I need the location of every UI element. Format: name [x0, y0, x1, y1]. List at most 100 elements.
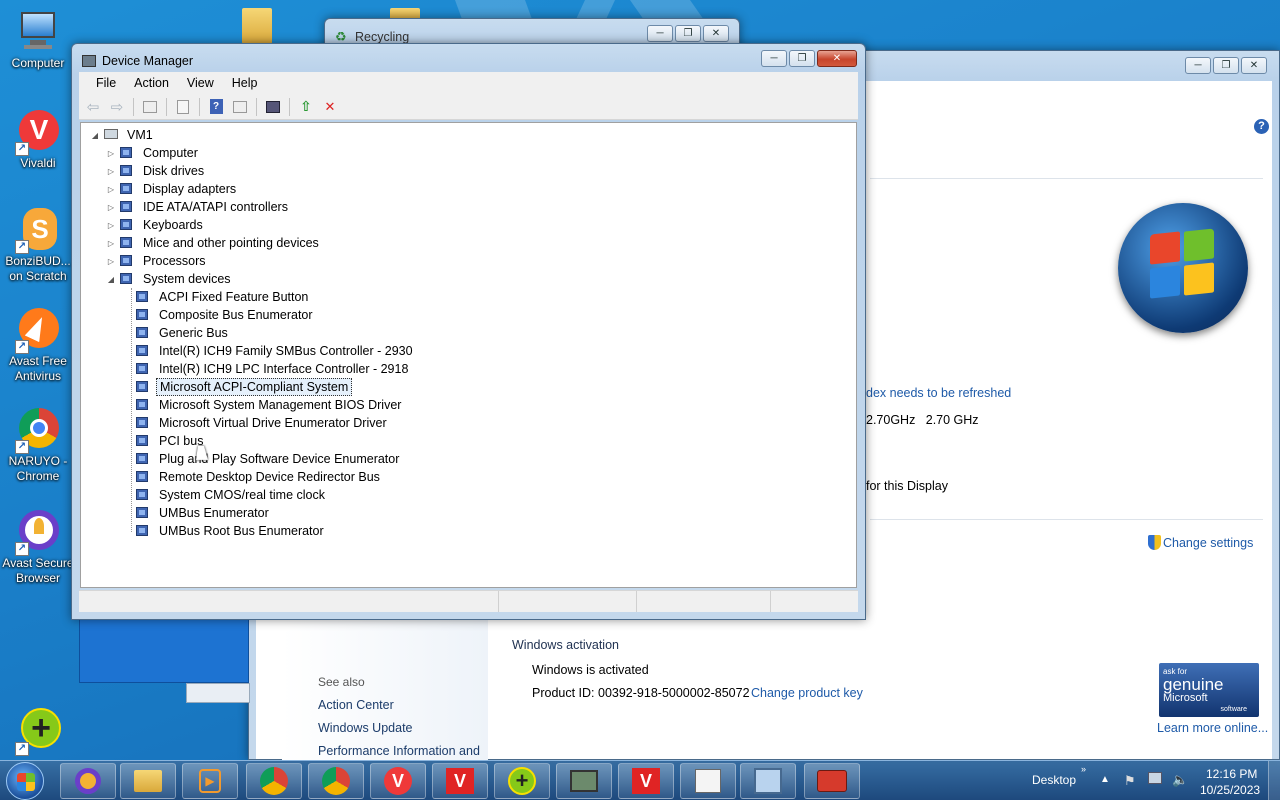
expand-arrow-icon[interactable]: ▷: [105, 257, 117, 266]
system-device-item[interactable]: Generic Bus: [135, 324, 231, 342]
change-settings-link[interactable]: Change settings: [1163, 536, 1253, 550]
menu-help[interactable]: Help: [223, 76, 267, 90]
taskbar-chrome[interactable]: [308, 763, 364, 799]
taskbar-document[interactable]: [680, 763, 736, 799]
forward-button[interactable]: ⇨: [107, 98, 127, 116]
clock-time[interactable]: 12:16 PM: [1206, 767, 1257, 781]
desktop-icon-computer[interactable]: Computer: [2, 8, 74, 71]
folder-icon[interactable]: [242, 8, 272, 44]
chrome-icon: [322, 767, 350, 795]
taskbar-explorer[interactable]: [120, 763, 176, 799]
mouse-cursor: [196, 446, 210, 460]
system-device-item[interactable]: PCI bus: [135, 432, 206, 450]
show-hide-console-tree-button[interactable]: [140, 98, 160, 116]
scan-hardware-button[interactable]: [263, 98, 283, 116]
desktop-icon-avast-antivirus[interactable]: ↗ Avast Free Antivirus: [2, 306, 74, 384]
menu-action[interactable]: Action: [125, 76, 178, 90]
taskbar-control-panel[interactable]: [740, 763, 796, 799]
menu-view[interactable]: View: [178, 76, 223, 90]
minimize-button[interactable]: ─: [1185, 57, 1211, 74]
taskbar-vivaldi-2[interactable]: V: [432, 763, 488, 799]
tree-root[interactable]: ◢ VM1: [89, 126, 156, 144]
expand-arrow-icon[interactable]: ▷: [105, 239, 117, 248]
keyboard-icon: [119, 218, 135, 232]
system-device-item[interactable]: Microsoft System Management BIOS Driver: [135, 396, 404, 414]
device-tree[interactable]: ◢ VM1 ▷ Computer ▷ Disk drives ▷ Display adap…: [80, 122, 857, 588]
tree-category[interactable]: ▷ IDE ATA/ATAPI controllers: [105, 198, 291, 216]
collapse-arrow-icon[interactable]: ◢: [105, 275, 117, 284]
properties-button[interactable]: [173, 98, 193, 116]
change-product-key-link[interactable]: Change product key: [751, 686, 863, 700]
expand-arrow-icon[interactable]: ▷: [105, 221, 117, 230]
device-manager-window[interactable]: Device Manager ─ ❐ ✕ File Action View He…: [71, 43, 866, 620]
show-hidden-icons-button[interactable]: ▲: [1100, 774, 1110, 785]
action-center-link[interactable]: Action Center: [318, 698, 394, 712]
clock-date[interactable]: 10/25/2023: [1200, 783, 1260, 797]
index-refresh-link[interactable]: dex needs to be refreshed: [866, 386, 1011, 400]
back-button[interactable]: ⇦: [83, 98, 103, 116]
start-button[interactable]: [6, 762, 44, 800]
volume-icon[interactable]: 🔈: [1172, 772, 1188, 788]
tree-category[interactable]: ▷ Mice and other pointing devices: [105, 234, 322, 252]
tree-category[interactable]: ▷ Display adapters: [105, 180, 239, 198]
desktop-icon-avast-browser[interactable]: ↗ Avast Secure Browser: [2, 508, 74, 586]
system-device-item[interactable]: Microsoft ACPI-Compliant System: [135, 378, 353, 396]
maximize-button[interactable]: ❐: [1213, 57, 1239, 74]
minimize-button[interactable]: ─: [647, 25, 673, 42]
expand-arrow-icon[interactable]: ▷: [105, 149, 117, 158]
action-pane-button[interactable]: [230, 98, 250, 116]
update-driver-button[interactable]: ⇧: [296, 98, 316, 116]
desktop-toolbar-label[interactable]: Desktop: [1032, 773, 1076, 787]
taskbar-toolbox[interactable]: [804, 763, 860, 799]
help-icon[interactable]: ?: [1254, 119, 1269, 134]
network-icon[interactable]: [1148, 772, 1162, 784]
desktop-icon-bonzibuddy[interactable]: S ↗ BonziBUD... on Scratch: [2, 206, 74, 284]
close-button[interactable]: ✕: [703, 25, 729, 42]
collapse-arrow-icon[interactable]: ◢: [89, 131, 101, 140]
tree-category[interactable]: ▷ Processors: [105, 252, 209, 270]
tree-category[interactable]: ▷ Disk drives: [105, 162, 207, 180]
expand-arrow-icon[interactable]: ▷: [105, 167, 117, 176]
help-button[interactable]: ?: [206, 98, 226, 116]
system-device-item[interactable]: System CMOS/real time clock: [135, 486, 328, 504]
system-device-item[interactable]: UMBus Enumerator: [135, 504, 272, 522]
maximize-button[interactable]: ❐: [675, 25, 701, 42]
desktop-icon-chrome[interactable]: ↗ NARUYO - Chrome: [2, 406, 74, 484]
action-center-flag-icon[interactable]: ⚑: [1124, 773, 1136, 789]
close-button[interactable]: ✕: [1241, 57, 1267, 74]
desktop-icon-vivaldi[interactable]: V ↗ Vivaldi: [2, 108, 74, 171]
tree-category[interactable]: ◢ System devices: [105, 270, 234, 288]
taskbar-vivaldi[interactable]: V: [370, 763, 426, 799]
tree-category[interactable]: ▷ Computer: [105, 144, 201, 162]
system-device-item[interactable]: Composite Bus Enumerator: [135, 306, 316, 324]
windows-update-link[interactable]: Windows Update: [318, 721, 413, 735]
system-device-item[interactable]: UMBus Root Bus Enumerator: [135, 522, 327, 540]
maximize-button[interactable]: ❐: [789, 50, 815, 67]
minimize-button[interactable]: ─: [761, 50, 787, 67]
menu-file[interactable]: File: [87, 76, 125, 90]
system-device-item[interactable]: Intel(R) ICH9 Family SMBus Controller - …: [135, 342, 416, 360]
taskbar-avast-browser[interactable]: [60, 763, 116, 799]
desktop-icon-addon[interactable]: + ↗: [2, 708, 74, 756]
system-device-item[interactable]: Remote Desktop Device Redirector Bus: [135, 468, 383, 486]
taskbar-vivaldi-3[interactable]: V: [618, 763, 674, 799]
taskbar-media-player[interactable]: ▶: [182, 763, 238, 799]
show-desktop-button[interactable]: [1268, 761, 1280, 800]
expand-arrow-icon[interactable]: ▷: [105, 185, 117, 194]
system-device-item[interactable]: Intel(R) ICH9 LPC Interface Controller -…: [135, 360, 411, 378]
system-device-item[interactable]: Microsoft Virtual Drive Enumerator Drive…: [135, 414, 390, 432]
performance-info-link[interactable]: Performance Information and: [318, 744, 480, 758]
tree-category[interactable]: ▷ Keyboards: [105, 216, 206, 234]
shortcut-arrow-icon: ↗: [15, 440, 29, 454]
uninstall-device-button[interactable]: ✕: [320, 98, 340, 116]
system-device-item[interactable]: Plug and Play Software Device Enumerator: [135, 450, 402, 468]
taskbar-addon[interactable]: +: [494, 763, 550, 799]
taskbar-chrome-profile[interactable]: [246, 763, 302, 799]
system-device-item[interactable]: ACPI Fixed Feature Button: [135, 288, 311, 306]
close-button[interactable]: ✕: [817, 50, 857, 67]
genuine-microsoft-badge[interactable]: ask for genuine Microsoft software: [1159, 663, 1259, 717]
expand-arrow-icon[interactable]: ▷: [105, 203, 117, 212]
taskbar-device-manager[interactable]: [556, 763, 612, 799]
learn-more-link[interactable]: Learn more online...: [1157, 721, 1268, 735]
toolbar-overflow-icon[interactable]: »: [1081, 764, 1086, 774]
